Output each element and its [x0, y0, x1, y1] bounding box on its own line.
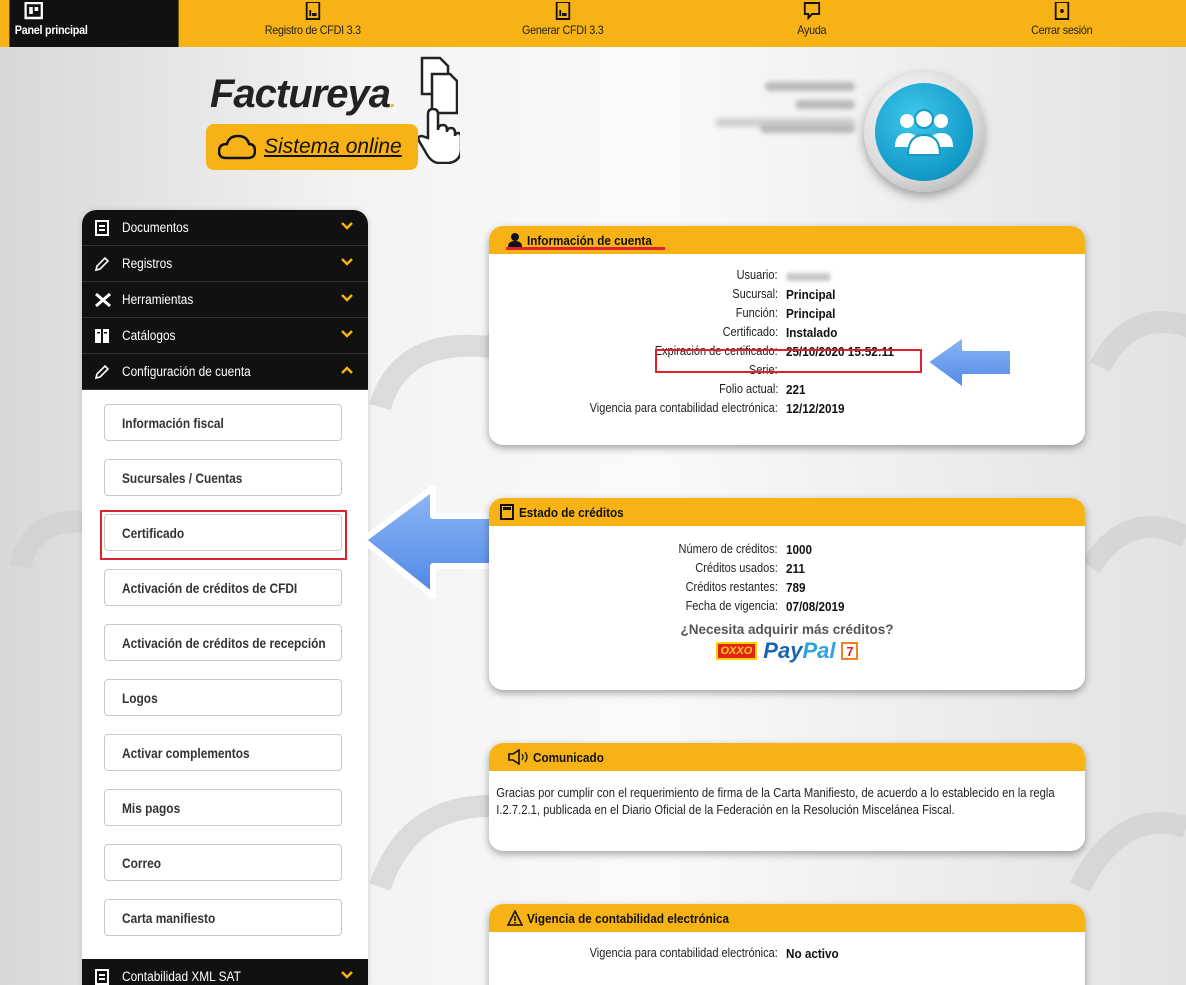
submenu-activacion-creditos-cfdi[interactable]: Activación de créditos de CFDI — [104, 569, 342, 606]
card-title: Estado de créditos — [519, 504, 624, 520]
kv-numero-creditos: Número de créditos: 1000 — [678, 542, 813, 557]
nav-generar-cfdi[interactable]: Generar CFDI 3.3 — [450, 0, 675, 47]
submenu-activacion-creditos-recepcion[interactable]: Activación de créditos de recepción — [104, 624, 342, 661]
arrow-left-icon — [924, 333, 1014, 392]
document-icon — [94, 219, 110, 236]
card-header: Estado de créditos — [489, 498, 1085, 526]
sidebar-section-catalogos[interactable]: Catálogos — [82, 318, 368, 354]
section-label: Documentos — [122, 220, 189, 235]
user-info-blurred — [715, 78, 855, 138]
notice-card: Comunicado Gracias por cumplir con el re… — [489, 743, 1085, 851]
logout-icon — [1054, 2, 1069, 20]
nav-label: Generar CFDI 3.3 — [521, 23, 604, 37]
chevron-up-icon — [341, 366, 353, 374]
sidebar-menu: Documentos Registros Herramientas Catálo… — [82, 210, 368, 985]
document-chart-icon — [555, 2, 570, 20]
kv-funcion: Función: Principal — [735, 306, 836, 321]
notice-text: Gracias por cumplir con el requerimiento… — [496, 786, 1055, 817]
expiration-highlight-box — [655, 349, 922, 373]
kv-creditos-restantes: Créditos restantes: 789 — [685, 580, 806, 595]
chat-bubble-icon — [803, 2, 820, 20]
nav-panel-principal[interactable]: Panel principal — [9, 0, 179, 47]
kv-vigencia: Vigencia para contabilidad electrónica: 1… — [589, 401, 845, 416]
sidebar-section-contabilidad-xml[interactable]: Contabilidad XML SAT — [82, 959, 368, 985]
sidebar-section-configuracion[interactable]: Configuración de cuenta — [82, 354, 368, 390]
section-label: Catálogos — [122, 328, 176, 343]
avatar[interactable] — [864, 72, 984, 192]
top-navigation: Panel principal Registro de CFDI 3.3 Gen… — [0, 0, 1186, 47]
logo-wordmark: Factureya. — [210, 72, 395, 116]
document-chart-icon — [305, 2, 320, 20]
section-label: Herramientas — [122, 292, 194, 307]
warning-icon — [507, 910, 523, 926]
tools-icon — [94, 292, 111, 308]
title-underline-highlight — [506, 247, 665, 250]
chevron-down-icon — [341, 222, 353, 230]
submenu-sucursales-cuentas[interactable]: Sucursales / Cuentas — [104, 459, 342, 496]
documents-icon — [420, 56, 458, 115]
kv-creditos-usados: Créditos usados: 211 — [695, 561, 805, 576]
sistema-online-badge[interactable]: Sistema online — [206, 124, 418, 170]
payment-logos[interactable]: OXXO PayPal 7 — [489, 638, 1085, 664]
nav-label: Cerrar sesión — [1030, 23, 1093, 37]
certificado-highlight-box — [100, 510, 347, 560]
dashboard-icon — [24, 2, 43, 20]
nav-cerrar-sesion[interactable]: Cerrar sesión — [949, 0, 1174, 47]
cloud-icon — [218, 134, 256, 160]
submenu-informacion-fiscal[interactable]: Información fiscal — [104, 404, 342, 441]
section-label: Registros — [122, 256, 173, 271]
chevron-down-icon — [341, 258, 353, 266]
pencil-icon — [94, 364, 110, 380]
seven-eleven-logo[interactable]: 7 — [841, 642, 859, 660]
sidebar-section-registros[interactable]: Registros — [82, 246, 368, 282]
pencil-icon — [94, 256, 110, 272]
buy-credits-prompt: ¿Necesita adquirir más créditos? — [680, 622, 894, 637]
paypal-logo[interactable]: PayPal — [763, 638, 835, 664]
user-icon — [508, 233, 522, 247]
submenu-mis-pagos[interactable]: Mis pagos — [104, 789, 342, 826]
submenu-carta-manifiesto[interactable]: Carta manifiesto — [104, 899, 342, 936]
nav-ayuda[interactable]: Ayuda — [699, 0, 924, 47]
chevron-down-icon — [341, 971, 353, 979]
kv-sucursal: Sucursal: Principal — [732, 287, 836, 302]
factureya-logo[interactable]: Factureya. Sistema online — [206, 56, 476, 176]
nav-label: Ayuda — [797, 23, 827, 37]
oxxo-logo[interactable]: OXXO — [715, 642, 758, 660]
accounting-validity-card: Vigencia de contabilidad electrónica Vig… — [489, 904, 1085, 985]
users-group-icon — [875, 83, 973, 181]
card-title: Vigencia de contabilidad electrónica — [527, 910, 730, 926]
card-header: Comunicado — [489, 743, 1085, 771]
kv-fecha-vigencia: Fecha de vigencia: 07/08/2019 — [685, 599, 845, 614]
submenu-correo[interactable]: Correo — [104, 844, 342, 881]
section-label: Contabilidad XML SAT — [122, 969, 241, 984]
card-title: Información de cuenta — [527, 232, 652, 248]
submenu-activar-complementos[interactable]: Activar complementos — [104, 734, 342, 771]
document-icon — [94, 968, 110, 985]
kv-usuario: Usuario: — [489, 268, 1085, 287]
calculator-icon — [500, 504, 514, 520]
credits-card: Estado de créditos Número de créditos: 10… — [489, 498, 1085, 690]
nav-label: Panel principal — [14, 23, 88, 37]
nav-registro-cfdi[interactable]: Registro de CFDI 3.3 — [200, 0, 425, 47]
chevron-down-icon — [341, 330, 353, 338]
sidebar-section-herramientas[interactable]: Herramientas — [82, 282, 368, 318]
card-header: Vigencia de contabilidad electrónica — [489, 904, 1085, 932]
megaphone-icon — [508, 749, 528, 765]
config-submenu: Información fiscal Sucursales / Cuentas … — [82, 390, 368, 936]
hand-cursor-icon — [418, 108, 460, 164]
tagline: Sistema online — [264, 135, 402, 158]
section-label: Configuración de cuenta — [122, 364, 251, 379]
nav-label: Registro de CFDI 3.3 — [264, 23, 361, 37]
sidebar-section-documentos[interactable]: Documentos — [82, 210, 368, 246]
chevron-down-icon — [341, 294, 353, 302]
card-title: Comunicado — [533, 749, 604, 765]
submenu-logos[interactable]: Logos — [104, 679, 342, 716]
book-icon — [94, 328, 110, 344]
kv-vigencia-contabilidad: Vigencia para contabilidad electrónica: N… — [589, 946, 839, 961]
